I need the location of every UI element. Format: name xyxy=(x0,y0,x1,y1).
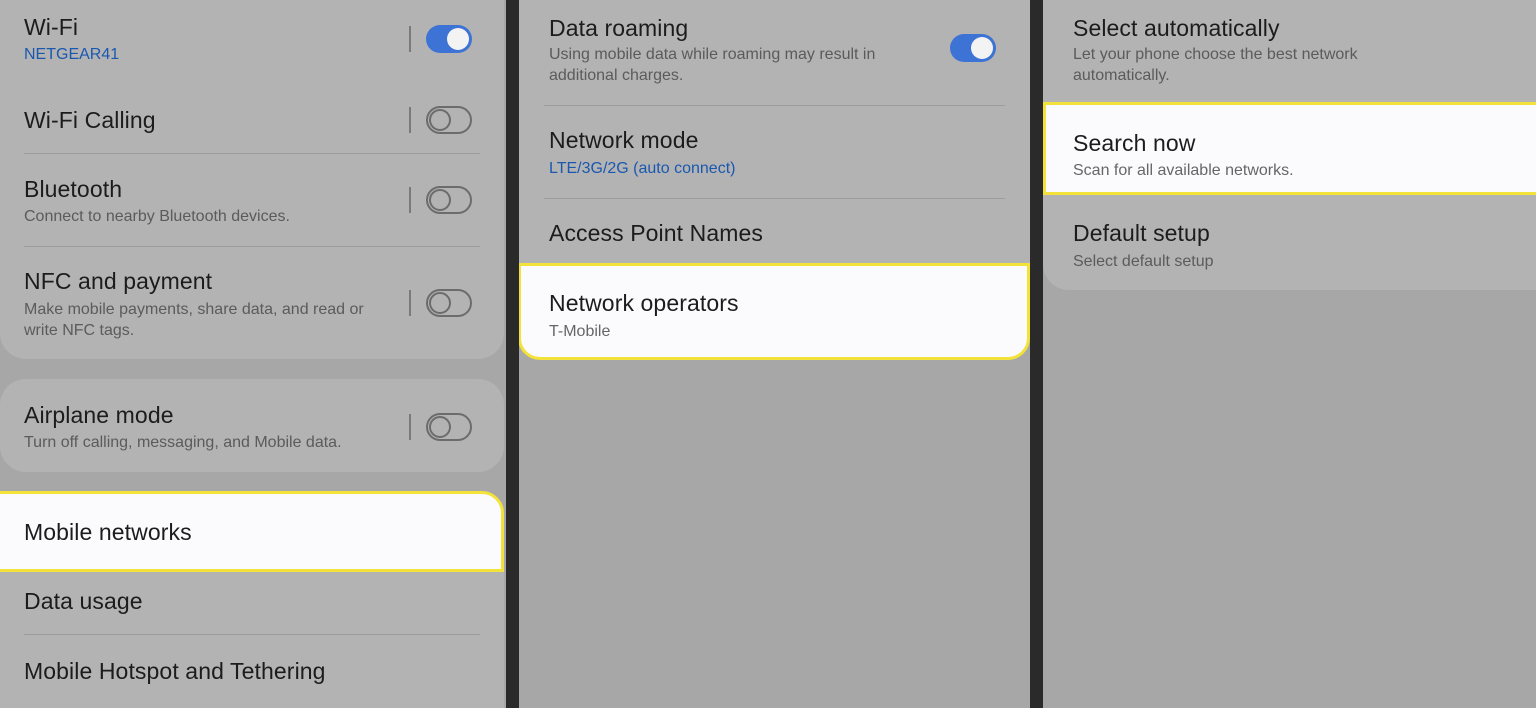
mobile-hotspot-title: Mobile Hotspot and Tethering xyxy=(24,658,326,684)
access-point-names-title: Access Point Names xyxy=(549,220,763,246)
wifi-row[interactable]: Wi-Fi NETGEAR41 xyxy=(0,0,506,76)
mobile-networks-item[interactable]: Mobile networks xyxy=(0,491,504,572)
default-setup-row[interactable]: Default setup Select default setup xyxy=(1043,196,1536,288)
bluetooth-subtitle: Connect to nearby Bluetooth devices. xyxy=(24,208,290,225)
data-roaming-subtitle: Using mobile data while roaming may resu… xyxy=(549,46,876,84)
default-setup-title: Default setup xyxy=(1073,220,1210,246)
search-now-item[interactable]: Search now Scan for all available networ… xyxy=(1043,102,1536,195)
bluetooth-title: Bluetooth xyxy=(24,176,123,202)
nfc-row[interactable]: NFC and payment Make mobile payments, sh… xyxy=(0,254,506,350)
wifi-title: Wi-Fi xyxy=(24,14,79,40)
data-usage-title: Data usage xyxy=(24,588,143,614)
wifi-calling-title: Wi-Fi Calling xyxy=(24,107,156,133)
search-now-subtitle: Scan for all available networks. xyxy=(1073,162,1294,179)
network-operators-item[interactable]: Network operators T-Mobile xyxy=(519,263,1030,360)
separator xyxy=(409,107,411,133)
bluetooth-row[interactable]: Bluetooth Connect to nearby Bluetooth de… xyxy=(0,160,506,244)
airplane-mode-toggle[interactable] xyxy=(426,413,472,441)
wifi-calling-row[interactable]: Wi-Fi Calling xyxy=(0,92,506,152)
network-mode-title: Network mode xyxy=(549,127,699,153)
nfc-toggle[interactable] xyxy=(426,289,472,317)
airplane-mode-title: Airplane mode xyxy=(24,402,174,428)
search-now-title: Search now xyxy=(1073,130,1196,156)
network-mode-row[interactable]: Network mode LTE/3G/2G (auto connect) xyxy=(519,106,1030,198)
wifi-calling-toggle[interactable] xyxy=(426,106,472,134)
network-mode-value: LTE/3G/2G (auto connect) xyxy=(549,160,736,177)
separator xyxy=(409,414,411,440)
connections-settings-panel: Wi-Fi NETGEAR41 Wi-Fi Calling Bluetooth … xyxy=(0,0,506,708)
separator xyxy=(409,187,411,213)
select-automatically-title: Select automatically xyxy=(1073,15,1280,41)
data-usage-row[interactable]: Data usage xyxy=(0,574,506,634)
select-automatically-subtitle: Let your phone choose the best network a… xyxy=(1073,46,1358,84)
default-setup-subtitle: Select default setup xyxy=(1073,253,1214,270)
mobile-hotspot-row[interactable]: Mobile Hotspot and Tethering xyxy=(0,640,506,708)
access-point-names-row[interactable]: Access Point Names xyxy=(519,199,1030,263)
mobile-networks-panel: Data roaming Using mobile data while roa… xyxy=(519,0,1030,708)
nfc-subtitle: Make mobile payments, share data, and re… xyxy=(24,301,364,339)
data-roaming-title: Data roaming xyxy=(549,15,689,41)
separator xyxy=(409,290,411,316)
data-roaming-row[interactable]: Data roaming Using mobile data while roa… xyxy=(519,0,1030,104)
bluetooth-toggle[interactable] xyxy=(426,186,472,214)
wifi-network-name: NETGEAR41 xyxy=(24,46,120,63)
divider xyxy=(24,153,480,154)
divider xyxy=(24,634,480,635)
network-operators-panel: Select automatically Let your phone choo… xyxy=(1043,0,1536,708)
wifi-toggle[interactable] xyxy=(426,25,472,53)
data-roaming-toggle[interactable] xyxy=(950,34,996,62)
nfc-title: NFC and payment xyxy=(24,268,213,294)
airplane-mode-row[interactable]: Airplane mode Turn off calling, messagin… xyxy=(0,379,506,472)
network-operators-title: Network operators xyxy=(549,290,739,316)
select-automatically-row[interactable]: Select automatically Let your phone choo… xyxy=(1043,0,1536,102)
network-operators-value: T-Mobile xyxy=(549,323,611,340)
airplane-mode-subtitle: Turn off calling, messaging, and Mobile … xyxy=(24,434,342,451)
mobile-networks-title: Mobile networks xyxy=(24,519,192,545)
separator xyxy=(409,26,411,52)
divider xyxy=(24,246,480,247)
